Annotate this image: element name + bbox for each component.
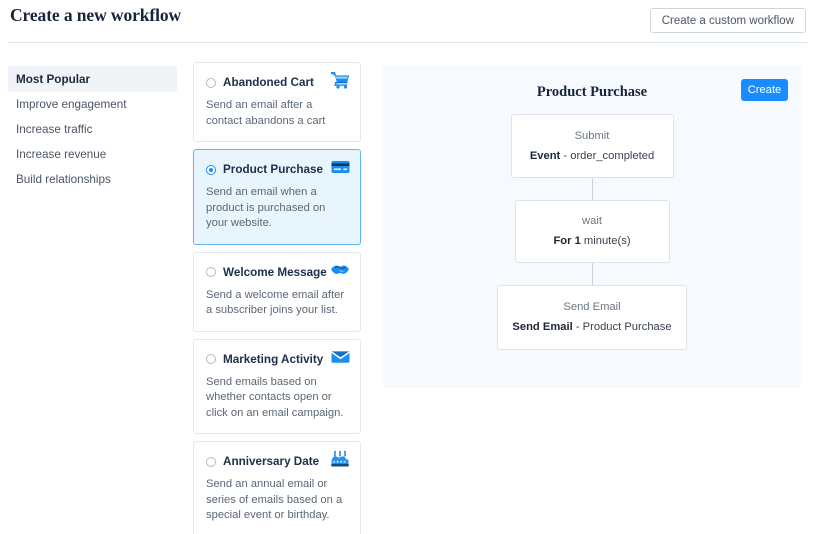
create-button[interactable]: Create	[741, 79, 788, 101]
card-description: Send a welcome email after a subscriber …	[206, 288, 345, 317]
node-type-label: Send Email	[563, 301, 621, 313]
card-header: Abandoned Cart	[206, 74, 348, 91]
sidebar-item-increase-traffic[interactable]: Increase traffic	[8, 116, 177, 142]
node-detail-bold: Event	[529, 149, 561, 162]
node-type-label: Submit	[574, 129, 610, 142]
sidebar-item-label: Increase traffic	[16, 122, 93, 136]
card-header: Product Purchase	[206, 161, 348, 178]
page-title: Create a new workflow	[10, 5, 182, 25]
workflow-card-marketing-activity[interactable]: Marketing Activity Send emails based on …	[193, 338, 361, 434]
node-detail-rest: - Product Purchase	[572, 321, 672, 333]
workflow-card-abandoned-cart[interactable]: Abandoned Cart Send an email after a con…	[193, 62, 361, 142]
sidebar-item-improve-engagement[interactable]: Improve engagement	[8, 91, 177, 117]
workflow-card-product-purchase[interactable]: Product Purchase Send an email when a pr…	[193, 149, 361, 245]
workflow-connector	[591, 263, 593, 285]
shopping-cart-icon	[330, 71, 350, 89]
workflow-diagram: Submit Event - order_completed wait For …	[383, 114, 801, 350]
workflow-connector	[591, 178, 593, 200]
preview-title: Product Purchase	[536, 84, 648, 100]
sidebar-item-label: Build relationships	[16, 172, 111, 186]
workflow-card-welcome-message[interactable]: Welcome Message Send a welcome email aft…	[193, 251, 361, 332]
node-detail-rest: - order_completed	[560, 149, 655, 162]
card-title: Welcome Message	[223, 265, 327, 279]
card-description: Send an email after a contact abandons a…	[206, 99, 326, 127]
card-header: Anniversary Date	[206, 453, 348, 470]
create-custom-workflow-button[interactable]: Create a custom workflow	[649, 8, 806, 33]
radio-button-selected[interactable]	[206, 164, 216, 175]
card-title: Product Purchase	[223, 163, 324, 176]
workflow-template-list: Abandoned Cart Send an email after a con…	[193, 62, 361, 534]
card-description: Send an annual email or series of emails…	[206, 478, 343, 521]
handshake-icon	[330, 261, 350, 279]
card-title: Marketing Activity	[223, 352, 324, 366]
sidebar-item-label: Increase revenue	[16, 147, 107, 161]
radio-button[interactable]	[206, 267, 216, 277]
radio-button[interactable]	[206, 456, 216, 467]
workflow-node-wait[interactable]: wait For 1 minute(s)	[514, 200, 670, 263]
node-type-label: wait	[582, 215, 602, 227]
workflow-card-anniversary-date[interactable]: Anniversary Date Send an annual email or…	[193, 441, 361, 534]
sidebar-item-label: Improve engagement	[16, 97, 127, 111]
page-header: Create a new workflow Create a custom wo…	[0, 0, 815, 43]
card-description: Send emails based on whether contacts op…	[206, 375, 344, 419]
card-description: Send an email when a product is purchase…	[206, 186, 326, 229]
birthday-cake-icon	[330, 450, 350, 468]
card-title: Anniversary Date	[223, 455, 320, 468]
card-title: Abandoned Cart	[223, 76, 314, 89]
sidebar-item-label: Most Popular	[16, 72, 91, 86]
envelope-icon	[330, 348, 350, 366]
node-detail-label: Send Email - Product Purchase	[512, 320, 671, 335]
card-header: Welcome Message	[206, 264, 348, 281]
workflow-preview-panel: Product Purchase Create Submit Event - o…	[383, 66, 801, 388]
node-detail-rest: minute(s)	[580, 235, 631, 247]
category-sidebar: Most Popular Improve engagement Increase…	[8, 66, 177, 192]
radio-button[interactable]	[206, 77, 216, 88]
node-detail-label: For 1 minute(s)	[553, 234, 630, 249]
workflow-node-send-email[interactable]: Send Email Send Email - Product Purchase	[497, 285, 687, 350]
sidebar-item-increase-revenue[interactable]: Increase revenue	[8, 141, 177, 167]
sidebar-item-build-relationships[interactable]: Build relationships	[8, 166, 177, 192]
radio-button[interactable]	[206, 354, 216, 364]
node-detail-label: Event - order_completed	[530, 149, 654, 164]
node-detail-bold: For 1	[553, 235, 581, 247]
sidebar-item-most-popular[interactable]: Most Popular	[8, 66, 177, 92]
credit-card-icon	[330, 158, 350, 176]
workflow-node-submit[interactable]: Submit Event - order_completed	[510, 114, 674, 178]
header-divider	[8, 42, 807, 43]
node-detail-bold: Send Email	[512, 321, 573, 333]
card-header: Marketing Activity	[206, 351, 348, 368]
